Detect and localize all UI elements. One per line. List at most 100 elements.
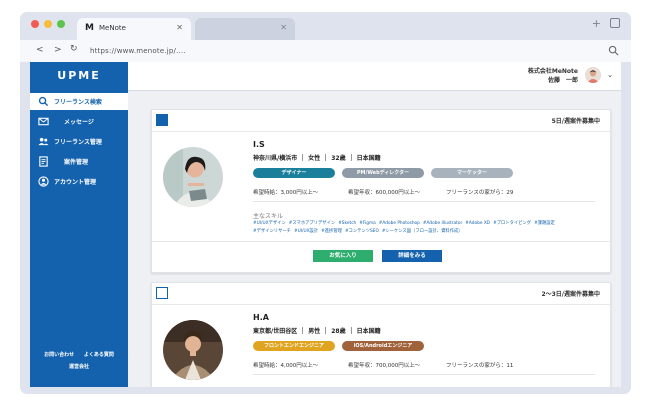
skill-tag: #UI/UX設計 [293, 229, 319, 234]
sidebar-item-project-management[interactable]: 案件管理 [30, 153, 128, 170]
skill-tag: #Figma [359, 221, 376, 226]
sidebar-item-freelance-management[interactable]: フリーランス管理 [30, 133, 128, 150]
gender: 男性 [308, 328, 321, 335]
tab-empty[interactable]: ✕ [195, 18, 295, 40]
location: 神奈川県/横浜市 [253, 155, 298, 162]
sidebar-item-label: フリーランス検索 [54, 99, 102, 106]
minimize-window-dot[interactable] [44, 20, 52, 28]
divider [253, 201, 595, 202]
age: 32歳 [331, 155, 346, 162]
skill-tag: #シーケンス図（フロー設計、資料作成） [381, 229, 463, 234]
availability-text: 2〜3日/週案件募集中 [541, 291, 600, 298]
freelancer-name: H.A [253, 313, 269, 322]
hourly-rate: 希望時給：3,000円以上〜 [253, 190, 319, 196]
role-tag: iOS/Androidエンジニア [342, 341, 424, 351]
skill-tag: #Sketch [338, 221, 357, 226]
role-tag: PM/Webディレクター [342, 168, 424, 178]
annual-income: 希望年収：700,000円以上〜 [348, 363, 421, 369]
forward-icon[interactable]: > [54, 45, 62, 55]
avatar[interactable] [585, 67, 601, 83]
location: 東京都/世田谷区 [253, 328, 298, 335]
faq-link[interactable]: よくある質問 [84, 352, 114, 358]
divider [152, 131, 610, 132]
nationality: 日本国籍 [356, 328, 381, 335]
skills-heading: 主なスキル [253, 213, 284, 220]
tab-menote[interactable]: M MeNote ✕ [77, 18, 191, 40]
maximize-window-dot[interactable] [57, 20, 65, 28]
view-detail-button[interactable]: 詳細をみる [382, 250, 442, 262]
divider [152, 241, 610, 242]
search-icon[interactable] [608, 45, 619, 56]
sidebar-item-label: フリーランス管理 [54, 139, 102, 146]
company-link[interactable]: 運営会社 [30, 363, 128, 370]
select-checkbox[interactable] [156, 287, 168, 299]
skill-tag: #デザインリサーチ [253, 229, 291, 234]
url-field[interactable]: https://www.menote.jp/.... [90, 47, 186, 55]
freelancer-profile: 神奈川県/横浜市 女性 32歳 日本国籍 [253, 153, 386, 162]
role-tag: デザイナー [253, 168, 335, 178]
skill-tag: #スマホアプリデザイン [288, 221, 336, 226]
age: 28歳 [331, 328, 346, 335]
tab-close-icon[interactable]: ✕ [280, 23, 287, 32]
skill-tag: #Adobe XD [465, 221, 491, 226]
divider [152, 304, 610, 305]
chevron-down-icon[interactable]: ⌄ [607, 71, 613, 79]
divider [253, 374, 595, 375]
skill-tag: #プロトタイピング [493, 221, 532, 226]
mail-icon [38, 117, 49, 126]
freelancer-card: 5日/週案件募集中 I.S 神奈川県/横浜市 女性 32歳 日本国籍 デザイナー PM… [151, 109, 611, 273]
company-name: 株式会社MeNote [527, 68, 578, 75]
top-header: 株式会社MeNote 佐藤 一郎 ⌄ [128, 62, 621, 91]
account-info: 株式会社MeNote 佐藤 一郎 [528, 67, 578, 85]
app-logo: UPME [57, 69, 101, 82]
hourly-rate: 希望時給：4,000円以上〜 [253, 363, 319, 369]
sidebar-item-account-management[interactable]: アカウント管理 [30, 173, 128, 190]
freelance-years: フリーランスの家がら：11 [446, 363, 514, 369]
freelance-years: フリーランスの家がら：29 [446, 190, 514, 196]
back-icon[interactable]: < [36, 45, 44, 55]
contact-link[interactable]: お問い合わせ [44, 352, 74, 358]
skill-tag: #コンテンツSEO [344, 229, 379, 234]
freelancer-name: I.S [253, 140, 265, 149]
close-window-dot[interactable] [31, 20, 39, 28]
skill-tag: #UI/UXデザイン [253, 221, 286, 226]
freelancer-card: 2〜3日/週案件募集中 H.A 東京都/世田谷区 男性 28歳 日本国籍 フロントエン… [151, 282, 611, 387]
sidebar-item-freelance-search[interactable]: フリーランス検索 [30, 93, 128, 110]
new-tab-icon[interactable]: + [592, 17, 601, 30]
browser-window: M MeNote ✕ ✕ + < > ↻ https://www.menote.… [20, 12, 631, 394]
favorite-button[interactable]: お気に入り [313, 250, 373, 262]
freelancer-photo [163, 320, 223, 380]
tab-bar: M MeNote ✕ ✕ + [20, 12, 631, 40]
sidebar: UPME フリーランス検索 メッセージ フリーランス管理 案件管理 アカウント管… [30, 62, 128, 387]
user-name: 佐藤 一郎 [547, 77, 578, 84]
skill-tag: #Adobe Illustrator [422, 221, 463, 226]
skill-tag: #課題設定 [534, 221, 555, 226]
reload-icon[interactable]: ↻ [70, 44, 78, 54]
skill-tag: #進捗管理 [321, 229, 342, 234]
tab-title: MeNote [99, 24, 126, 32]
document-icon [39, 156, 48, 167]
role-tag: マーケッター [431, 168, 513, 178]
nationality: 日本国籍 [356, 155, 381, 162]
role-tag: フロントエンドエンジニア [253, 341, 335, 351]
tab-close-icon[interactable]: ✕ [176, 23, 183, 32]
sidebar-item-label: 案件管理 [64, 159, 89, 166]
app-page: UPME フリーランス検索 メッセージ フリーランス管理 案件管理 アカウント管… [30, 62, 621, 387]
window-restore-icon[interactable] [610, 18, 620, 28]
sidebar-footer-links: お問い合わせ よくある質問 [30, 351, 128, 358]
gender: 女性 [308, 155, 321, 162]
skill-tag: #Adobe Photoshop [378, 221, 420, 226]
skill-tags: #UI/UXデザイン #スマホアプリデザイン #Sketch #Figma #Adobe… [253, 220, 598, 236]
annual-income: 希望年収：600,000円以上〜 [348, 190, 421, 196]
sidebar-item-label: メッセージ [64, 119, 94, 126]
account-icon [38, 176, 49, 187]
freelancer-profile: 東京都/世田谷区 男性 28歳 日本国籍 [253, 326, 386, 335]
users-icon [38, 137, 49, 146]
search-icon [38, 96, 49, 107]
availability-text: 5日/週案件募集中 [551, 118, 600, 125]
freelancer-photo [163, 147, 223, 207]
tab-favicon: M [85, 23, 94, 33]
address-bar: < > ↻ https://www.menote.jp/.... [20, 40, 631, 62]
select-checkbox[interactable] [156, 114, 168, 126]
sidebar-item-messages[interactable]: メッセージ [30, 113, 128, 130]
